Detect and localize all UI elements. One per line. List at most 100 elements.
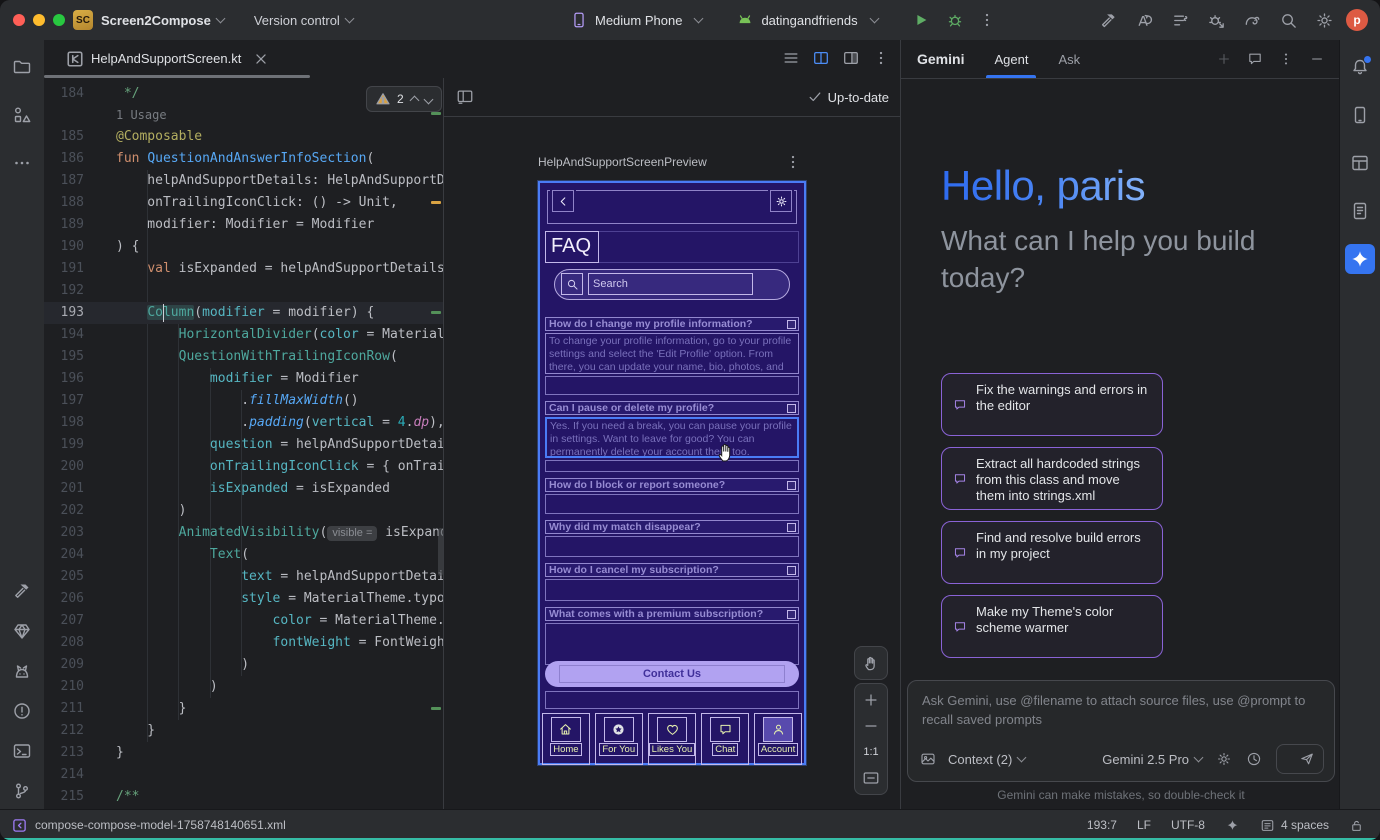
layout-panes-icon[interactable] (456, 88, 474, 106)
plus-icon[interactable] (1216, 51, 1232, 67)
nav-item-chat[interactable]: Chat (701, 713, 749, 765)
code-line-207[interactable]: 207 color = MaterialTheme.colorScheme.on… (44, 610, 443, 632)
gemini-tab-ask[interactable]: Ask (1056, 40, 1082, 78)
project-folder-icon[interactable] (7, 52, 37, 82)
code-editor[interactable]: 184 */1 Usage185@Composable186fun Questi… (44, 78, 443, 810)
expand-icon[interactable] (787, 566, 796, 575)
code-line-191[interactable]: 191 val isExpanded = helpAndSupportDetai… (44, 258, 443, 280)
code-line-185[interactable]: 185@Composable (44, 126, 443, 148)
gradle-sync-icon[interactable] (1243, 11, 1262, 30)
nav-item-for-you[interactable]: For You (595, 713, 643, 765)
minus-line-icon[interactable] (1309, 51, 1325, 67)
nav-item-home[interactable]: Home (542, 713, 590, 765)
code-line-203[interactable]: 203 AnimatedVisibility(visible = isExpan… (44, 522, 443, 544)
kebab-icon[interactable] (872, 49, 890, 67)
faq-question[interactable]: Why did my match disappear? (545, 520, 799, 534)
context-selector[interactable]: Context (2) (948, 752, 1012, 767)
code-line-198[interactable]: 198 .padding(vertical = 4.dp), (44, 412, 443, 434)
zoom-actual-size-button[interactable]: 1:1 (855, 740, 887, 764)
ai-assist-icon[interactable] (1135, 11, 1154, 30)
code-line-206[interactable]: 206 style = MaterialTheme.typography.bod… (44, 588, 443, 610)
code-line-193[interactable]: 193 Column(modifier = modifier) { (44, 302, 443, 324)
settings-gear-icon[interactable] (1315, 11, 1334, 30)
device-explorer-icon[interactable] (1345, 196, 1375, 226)
previous-warning-icon[interactable] (409, 96, 419, 106)
file-encoding[interactable]: UTF-8 (1171, 818, 1205, 832)
kebab-icon[interactable] (1278, 51, 1294, 67)
layout-inspector-icon[interactable] (1345, 148, 1375, 178)
gemini-suggestion-card[interactable]: Make my Theme's color scheme warmer (941, 595, 1163, 658)
inspection-mark[interactable] (431, 311, 441, 314)
inspection-mark[interactable] (431, 112, 441, 115)
chat-bubble-icon[interactable] (1247, 51, 1263, 67)
preview-phone-frame[interactable]: FAQ Search How do I change my profile in… (538, 181, 806, 765)
zoom-to-fit-button[interactable] (855, 766, 887, 790)
caret-position[interactable]: 193:7 (1087, 818, 1117, 832)
wireframe-settings-button[interactable] (768, 188, 794, 214)
code-line-187[interactable]: 187 helpAndSupportDetails: HelpAndSuppor… (44, 170, 443, 192)
code-line-196[interactable]: 196 modifier = Modifier (44, 368, 443, 390)
resource-structure-icon[interactable] (7, 100, 37, 130)
code-line-215[interactable]: 215/** (44, 786, 443, 808)
code-line-214[interactable]: 214 (44, 764, 443, 786)
unlock-icon[interactable] (1349, 818, 1364, 833)
faq-question[interactable]: What comes with a premium subscription? (545, 607, 799, 621)
gemini-suggestion-card[interactable]: Find and resolve build errors in my proj… (941, 521, 1163, 584)
gemini-suggestion-card[interactable]: Extract all hardcoded strings from this … (941, 447, 1163, 510)
gemini-prompt-input[interactable]: Ask Gemini, use @filename to attach sour… (908, 681, 1334, 739)
running-devices-icon[interactable] (1345, 100, 1375, 130)
gemini-star-icon[interactable] (1345, 244, 1375, 274)
zoom-in-button[interactable] (855, 688, 887, 712)
faq-question[interactable]: Can I pause or delete my profile? (545, 401, 799, 415)
structure-lines-icon[interactable] (782, 49, 800, 67)
build-hammer-icon[interactable] (7, 576, 37, 606)
contact-us-button[interactable]: Contact Us (545, 661, 799, 687)
code-line-200[interactable]: 200 onTrailingIconClick = { onTrailingIc… (44, 456, 443, 478)
close-window-button[interactable] (13, 14, 25, 26)
code-line-199[interactable]: 199 question = helpAndSupportDetails.que… (44, 434, 443, 456)
code-line-197[interactable]: 197 .fillMaxWidth() (44, 390, 443, 412)
code-line-210[interactable]: 210 ) (44, 676, 443, 698)
notifications-bell-icon[interactable] (1345, 52, 1375, 82)
inspections-widget[interactable]: 2 (366, 86, 442, 112)
indent-setting[interactable]: 4 spaces (1260, 818, 1329, 833)
gemini-prompt-box[interactable]: Ask Gemini, use @filename to attach sour… (907, 680, 1335, 782)
send-button[interactable] (1276, 744, 1324, 774)
code-line-190[interactable]: 190) { (44, 236, 443, 258)
code-line-211[interactable]: 211 } (44, 698, 443, 720)
status-file-name[interactable]: compose-compose-model-1758748140651.xml (35, 818, 286, 832)
model-selector[interactable]: Gemini 2.5 Pro (1102, 752, 1189, 767)
logcat-cat-icon[interactable] (7, 656, 37, 686)
wireframe-search-bar[interactable]: Search (554, 269, 790, 300)
faq-answer[interactable]: To change your profile information, go t… (545, 333, 799, 374)
faq-question[interactable]: How do I cancel my subscription? (545, 563, 799, 577)
faq-answer[interactable]: Yes. If you need a break, you can pause … (545, 417, 799, 458)
next-warning-icon[interactable] (423, 94, 433, 104)
code-line-208[interactable]: 208 fontWeight = FontWeight.Normal (44, 632, 443, 654)
close-tab-icon[interactable] (252, 50, 270, 68)
version-control-menu[interactable]: Version control (254, 13, 340, 28)
run-button[interactable] (912, 11, 930, 29)
task-list-icon[interactable] (1171, 11, 1190, 30)
git-branch-icon[interactable] (7, 776, 37, 806)
code-line-195[interactable]: 195 QuestionWithTrailingIconRow( (44, 346, 443, 368)
search-input[interactable]: Search (588, 273, 753, 295)
run-configuration-selector[interactable]: datingandfriends (736, 11, 877, 29)
preview-canvas[interactable]: HelpAndSupportScreenPreview FAQ Search H… (444, 117, 901, 810)
line-separator[interactable]: LF (1137, 818, 1151, 832)
faq-question[interactable]: How do I change my profile information? (545, 317, 799, 331)
code-line-194[interactable]: 194 HorizontalDivider(color = MaterialTh… (44, 324, 443, 346)
build-hammer-icon[interactable] (1099, 11, 1118, 30)
expand-icon[interactable] (787, 320, 796, 329)
code-line-192[interactable]: 192 (44, 280, 443, 302)
wireframe-back-button[interactable] (550, 188, 576, 214)
search-everywhere-icon[interactable] (1279, 11, 1298, 30)
inspection-mark[interactable] (431, 707, 441, 710)
warning-mark[interactable] (431, 201, 441, 204)
code-line-186[interactable]: 186fun QuestionAndAnswerInfoSection( (44, 148, 443, 170)
code-line-201[interactable]: 201 isExpanded = isExpanded (44, 478, 443, 500)
pan-tool-button[interactable] (854, 646, 888, 680)
maximize-window-button[interactable] (53, 14, 65, 26)
code-line-212[interactable]: 212 } (44, 720, 443, 742)
gemini-settings-icon[interactable] (1216, 751, 1232, 767)
